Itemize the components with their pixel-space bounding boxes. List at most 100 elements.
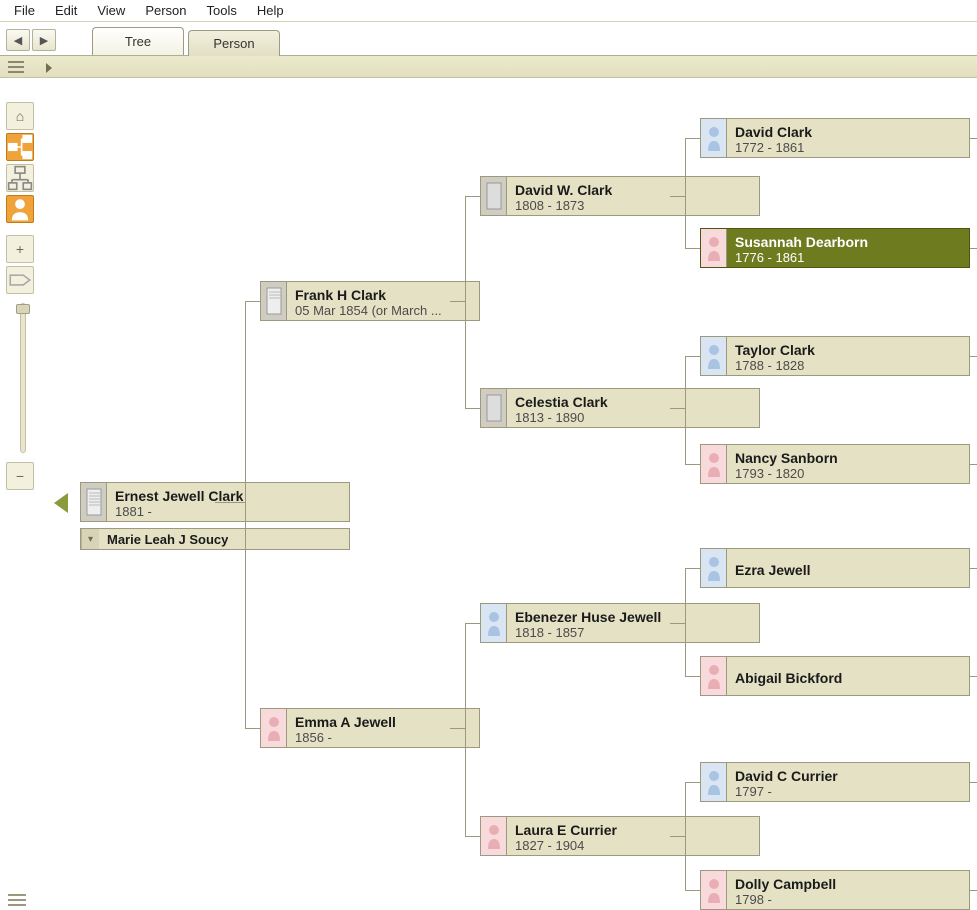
- tab-tree[interactable]: Tree: [92, 27, 184, 55]
- connector: [450, 728, 465, 729]
- menu-person[interactable]: Person: [135, 1, 196, 20]
- person-dates: 1798 -: [735, 892, 836, 907]
- person-dates: 1788 - 1828: [735, 358, 815, 373]
- connector: [970, 782, 977, 783]
- connector: [970, 890, 977, 891]
- female-silhouette-icon: [701, 445, 727, 483]
- menu-view[interactable]: View: [87, 1, 135, 20]
- palette-home-button[interactable]: ⌂: [6, 102, 34, 130]
- palette-descendant-button[interactable]: [6, 164, 34, 192]
- connector: [685, 676, 700, 677]
- person-icon: [7, 196, 33, 222]
- connector: [685, 356, 686, 464]
- person-name: Nancy Sanborn: [735, 450, 838, 466]
- connector: [970, 464, 977, 465]
- palette-person-button[interactable]: [6, 195, 34, 223]
- male-silhouette-icon: [701, 763, 727, 801]
- person-dates: 1797 -: [735, 784, 838, 799]
- person-dates: 1776 - 1861: [735, 250, 868, 265]
- person-name: Dolly Campbell: [735, 876, 836, 892]
- connector: [465, 836, 480, 837]
- person-name: Frank H Clark: [295, 287, 442, 303]
- person-dates: 1808 - 1873: [515, 198, 612, 213]
- connector: [685, 890, 700, 891]
- person-dates: 1818 - 1857: [515, 625, 661, 640]
- grip-icon[interactable]: [8, 61, 24, 73]
- nav-forward-button[interactable]: ▶: [32, 29, 56, 51]
- connector: [465, 408, 480, 409]
- connector: [685, 568, 686, 676]
- person-dates: 05 Mar 1854 (or March ...: [295, 303, 442, 318]
- person-card-g6[interactable]: Abigail Bickford: [700, 656, 970, 696]
- expand-right-icon[interactable]: [46, 63, 52, 73]
- person-card-g8[interactable]: Dolly Campbell1798 -: [700, 870, 970, 910]
- menu-file[interactable]: File: [4, 1, 45, 20]
- person-name: Marie Leah J Soucy: [107, 532, 228, 547]
- person-name: Ebenezer Huse Jewell: [515, 609, 661, 625]
- connector: [465, 623, 466, 836]
- connector: [685, 248, 700, 249]
- menu-tools[interactable]: Tools: [197, 1, 247, 20]
- connector: [970, 676, 977, 677]
- palette-pedigree-button[interactable]: [6, 133, 34, 161]
- person-card-mother[interactable]: Emma A Jewell1856 -: [260, 708, 480, 748]
- connector: [685, 138, 700, 139]
- zoom-slider[interactable]: [20, 303, 26, 453]
- viewmode-bar: [0, 56, 977, 78]
- connector: [685, 782, 700, 783]
- person-card-father[interactable]: Frank H Clark05 Mar 1854 (or March ...: [260, 281, 480, 321]
- connector: [670, 836, 685, 837]
- female-silhouette-icon: [701, 657, 727, 695]
- connector: [465, 623, 480, 624]
- person-card-g4[interactable]: Nancy Sanborn1793 - 1820: [700, 444, 970, 484]
- palette-zoom-in-button[interactable]: +: [6, 235, 34, 263]
- menu-edit[interactable]: Edit: [45, 1, 87, 20]
- tool-palette: ⌂ + −: [6, 102, 40, 490]
- menu-help[interactable]: Help: [247, 1, 294, 20]
- person-card-g3[interactable]: Taylor Clark1788 - 1828: [700, 336, 970, 376]
- person-card-pgp-mother[interactable]: Celestia Clark1813 - 1890: [480, 388, 760, 428]
- connector: [450, 301, 465, 302]
- connector: [245, 301, 260, 302]
- connector: [685, 138, 686, 248]
- zoom-slider-thumb[interactable]: [16, 304, 30, 314]
- menu-bar: File Edit View Person Tools Help: [0, 0, 977, 22]
- nav-back-button[interactable]: ◀: [6, 29, 30, 51]
- person-dates: 1827 - 1904: [515, 838, 617, 853]
- connector: [685, 568, 700, 569]
- document-thumb-icon: [261, 282, 287, 320]
- connector: [685, 464, 700, 465]
- female-silhouette-icon: [481, 817, 507, 855]
- connector: [465, 196, 466, 408]
- person-dates: 1881 -: [115, 504, 243, 519]
- person-dates: 1856 -: [295, 730, 396, 745]
- person-name: Taylor Clark: [735, 342, 815, 358]
- palette-tag-button[interactable]: [6, 266, 34, 294]
- palette-zoom-out-button[interactable]: −: [6, 462, 34, 490]
- male-silhouette-icon: [701, 119, 727, 157]
- spouse-expand-icon[interactable]: ▾: [81, 529, 99, 549]
- pedigree-icon: [7, 134, 33, 160]
- connector: [970, 568, 977, 569]
- document-thumb-icon: [481, 177, 507, 215]
- person-name: Emma A Jewell: [295, 714, 396, 730]
- person-card-g7[interactable]: David C Currier1797 -: [700, 762, 970, 802]
- person-card-mgp-father[interactable]: Ebenezer Huse Jewell1818 - 1857: [480, 603, 760, 643]
- tree-canvas[interactable]: Ernest Jewell Clark 1881 - ▾ Marie Leah …: [50, 78, 977, 910]
- person-name: Abigail Bickford: [735, 670, 842, 686]
- tag-icon: [7, 267, 33, 293]
- connector: [215, 502, 245, 503]
- person-card-spouse[interactable]: ▾ Marie Leah J Soucy: [80, 528, 350, 550]
- person-card-g1[interactable]: David Clark1772 - 1861: [700, 118, 970, 158]
- person-name: Laura E Currier: [515, 822, 617, 838]
- bottom-grip-icon[interactable]: [8, 894, 26, 906]
- person-card-g2[interactable]: Susannah Dearborn1776 - 1861: [700, 228, 970, 268]
- connector: [465, 196, 480, 197]
- person-card-pgp-father[interactable]: David W. Clark1808 - 1873: [480, 176, 760, 216]
- tab-person[interactable]: Person: [188, 30, 280, 56]
- person-card-mgp-mother[interactable]: Laura E Currier1827 - 1904: [480, 816, 760, 856]
- person-dates: 1813 - 1890: [515, 410, 608, 425]
- person-card-g5[interactable]: Ezra Jewell: [700, 548, 970, 588]
- person-name: Celestia Clark: [515, 394, 608, 410]
- connector: [685, 782, 686, 890]
